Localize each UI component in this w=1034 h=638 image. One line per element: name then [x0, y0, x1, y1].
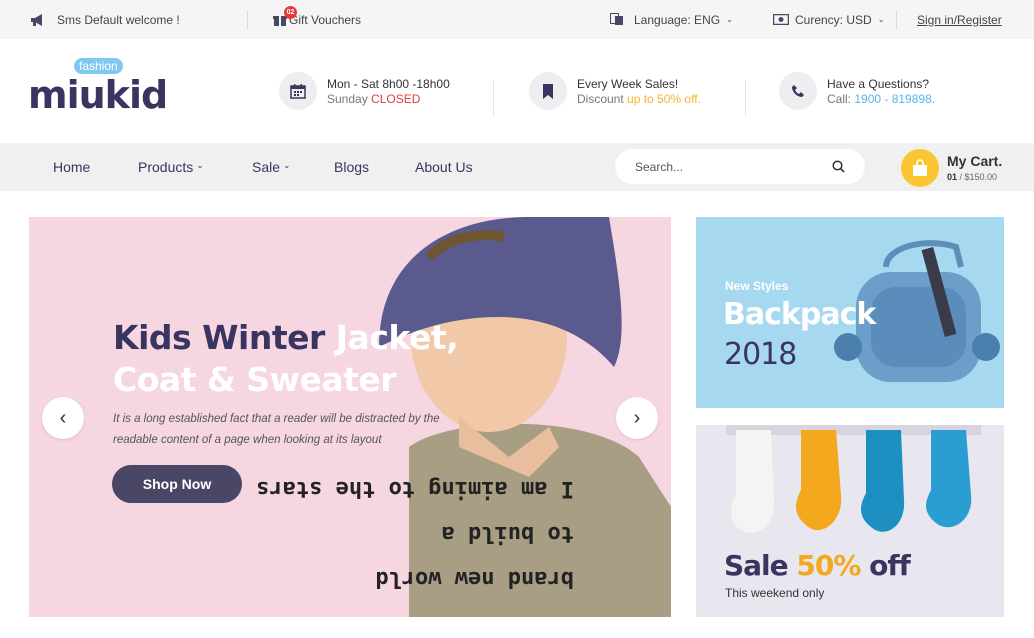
nav-about-us[interactable]: About Us [415, 143, 473, 191]
search-input[interactable]: Search... [615, 149, 865, 184]
sales-line: Every Week Sales! [577, 76, 679, 91]
nav-home-label: Home [53, 159, 91, 175]
nav-home[interactable]: Home [53, 143, 90, 191]
cart-count: 01 [947, 172, 958, 182]
language-selector[interactable]: Language: ENG ⌄ [610, 0, 733, 39]
nav-sale[interactable]: Sale ⌄ [252, 143, 291, 191]
call-line: Call: 1900 - 819898. [827, 92, 935, 106]
shopping-bag-icon [913, 159, 927, 176]
language-label: Language: ENG [634, 12, 721, 27]
megaphone-icon [31, 13, 42, 26]
currency-selector[interactable]: Curency: USD ⌄ [773, 0, 884, 39]
logo-tag: fashion [74, 58, 123, 74]
questions-line: Have a Questions? [827, 76, 930, 91]
opening-hours: Mon - Sat 8h00 -18h00 Sunday CLOSED [279, 72, 450, 110]
search-icon[interactable] [832, 160, 845, 173]
search-placeholder: Search... [635, 159, 684, 174]
chevron-left-icon: ‹ [59, 406, 67, 429]
sunday-line: Sunday CLOSED [327, 92, 450, 106]
prev-slide-button[interactable]: ‹ [42, 397, 84, 439]
vouchers-count-badge: 02 [284, 6, 297, 19]
backpack-banner[interactable]: New Styles Backpack 2018 [696, 217, 1004, 408]
gift-vouchers-link[interactable]: 02 Gift Vouchers [273, 0, 361, 39]
bookmark-icon [529, 72, 567, 110]
nav-blogs-label: Blogs [334, 159, 370, 175]
help-contact: Have a Questions? Call: 1900 - 819898. [779, 72, 935, 110]
sale-headline: Sale 50% off [724, 549, 911, 582]
hero-title: Kids Winter Jacket, Coat & Sweater [113, 317, 459, 401]
cart-button[interactable] [901, 149, 939, 187]
svg-text:brand new world: brand new world [375, 566, 574, 591]
nav-about-label: About Us [415, 159, 473, 175]
hero-description: It is a long established fact that a rea… [113, 413, 440, 446]
chevron-down-icon: ⌄ [283, 159, 291, 170]
discount-line: Discount up to 50% off. [577, 92, 701, 106]
closed-label: CLOSED [371, 91, 421, 106]
backpack-year: 2018 [724, 337, 797, 372]
phone-icon [779, 72, 817, 110]
gift-vouchers-label: Gift Vouchers [289, 12, 362, 27]
logo-word: miukid [28, 73, 168, 117]
chevron-down-icon: ⌄ [196, 159, 204, 170]
cart-title[interactable]: My Cart. [947, 153, 1002, 169]
hero-title-light-2: Coat & Sweater [113, 360, 397, 399]
call-label: Call: [827, 91, 855, 106]
nav-products[interactable]: Products ⌄ [138, 143, 204, 191]
phone-number[interactable]: 1900 - 819898. [854, 92, 935, 106]
chevron-right-icon: › [633, 406, 641, 429]
money-icon [773, 14, 789, 25]
sale-subtitle: This weekend only [725, 586, 825, 600]
calendar-icon [279, 72, 317, 110]
backpack-kicker: New Styles [725, 279, 789, 293]
discount-value: up to 50% off. [627, 91, 701, 106]
discount-label: Discount [577, 91, 628, 106]
gift-icon: 02 [273, 0, 297, 39]
hero-title-light-1: Jacket, [324, 318, 459, 357]
hero-slider: I am aiming to the stars to build a bran… [29, 217, 671, 617]
logo[interactable]: fashion miukid [28, 58, 168, 118]
chevron-down-icon: ⌄ [877, 15, 885, 24]
chevron-down-icon: ⌄ [726, 15, 733, 24]
welcome-text: Sms Default welcome ! [57, 12, 180, 27]
hero-title-dark: Kids Winter [113, 318, 325, 357]
shirt-print: I am aiming to the stars [256, 476, 574, 501]
nav-sale-label: Sale [252, 159, 281, 175]
welcome-message: Sms Default welcome ! [30, 0, 180, 39]
shop-now-button[interactable]: Shop Now [112, 465, 242, 503]
signin-register-label: Sign in/Register [917, 12, 1002, 27]
backpack-title: Backpack [723, 297, 876, 332]
nav-blogs[interactable]: Blogs [334, 143, 369, 191]
top-bar: Sms Default welcome ! 02 Gift Vouchers L… [0, 0, 1034, 39]
language-icon [610, 13, 623, 25]
sunday-label: Sunday [327, 91, 372, 106]
next-slide-button[interactable]: › [616, 397, 658, 439]
main-nav: Home Products ⌄ Sale ⌄ Blogs About Us Sear… [0, 143, 1034, 191]
sale-percent: 50% [796, 549, 861, 582]
sale-off: off [860, 549, 911, 582]
svg-text:to build a: to build a [442, 521, 574, 546]
hours-line: Mon - Sat 8h00 -18h00 [327, 76, 450, 91]
cart-total: / $150.00 [957, 172, 998, 182]
socks-banner[interactable]: Sale 50% off This weekend only [696, 425, 1004, 617]
cart-summary: 01 / $150.00 [947, 172, 997, 182]
weekly-sales: Every Week Sales! Discount up to 50% off… [529, 72, 701, 110]
signin-register-link[interactable]: Sign in/Register [917, 0, 1002, 39]
nav-products-label: Products [138, 159, 194, 175]
currency-label: Curency: USD [795, 12, 872, 27]
sale-word: Sale [724, 549, 797, 582]
